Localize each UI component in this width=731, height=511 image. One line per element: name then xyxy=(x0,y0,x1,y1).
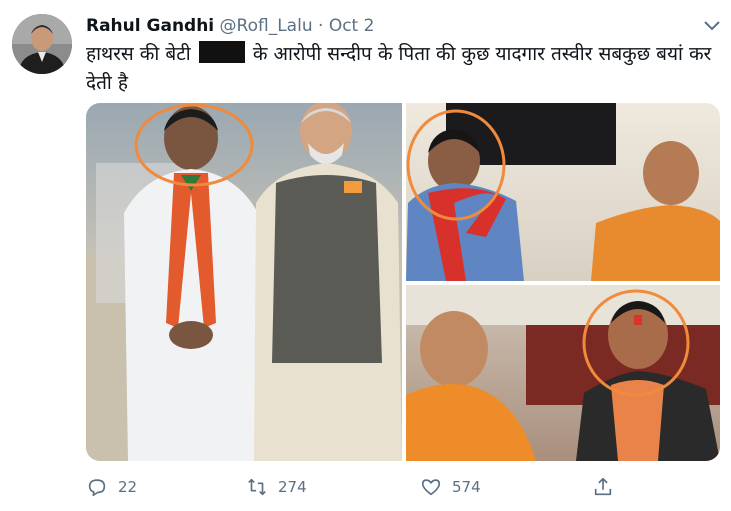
reply-icon xyxy=(88,479,106,497)
avatar[interactable] xyxy=(12,14,72,74)
redaction-box xyxy=(198,41,245,63)
tweet-header: Rahul Gandhi @Rofl_Lalu · Oct 2 xyxy=(86,16,374,36)
retweet-count: 274 xyxy=(278,478,307,496)
photo-3-image xyxy=(406,285,720,461)
tweet-text: हाथरस की बेटी के आरोपी सन्दीप के पिता की… xyxy=(86,40,716,98)
photo-1[interactable] xyxy=(86,103,402,461)
like-button[interactable]: 574 xyxy=(420,476,481,498)
author-name[interactable]: Rahul Gandhi xyxy=(86,16,214,36)
share-icon xyxy=(594,477,612,496)
tweet-date[interactable]: Oct 2 xyxy=(329,16,375,36)
retweet-icon xyxy=(248,478,266,496)
photo-2[interactable] xyxy=(406,103,720,281)
share-button[interactable] xyxy=(592,476,624,498)
media-grid xyxy=(86,103,720,461)
heart-icon xyxy=(421,479,441,496)
tweet-text-part1: हाथरस की बेटी xyxy=(86,43,191,65)
meta-separator: · xyxy=(318,16,324,36)
chevron-down-icon[interactable] xyxy=(700,16,724,36)
like-count: 574 xyxy=(452,478,481,496)
tweet-actions: 22 274 574 xyxy=(86,476,716,502)
retweet-button[interactable]: 274 xyxy=(246,476,307,498)
author-handle[interactable]: @Rofl_Lalu xyxy=(220,16,313,36)
photo-2-image xyxy=(406,103,720,281)
photo-3[interactable] xyxy=(406,285,720,461)
reply-count: 22 xyxy=(118,478,138,496)
reply-button[interactable]: 22 xyxy=(86,476,137,498)
photo-1-image xyxy=(86,103,402,461)
avatar-image xyxy=(12,14,72,74)
